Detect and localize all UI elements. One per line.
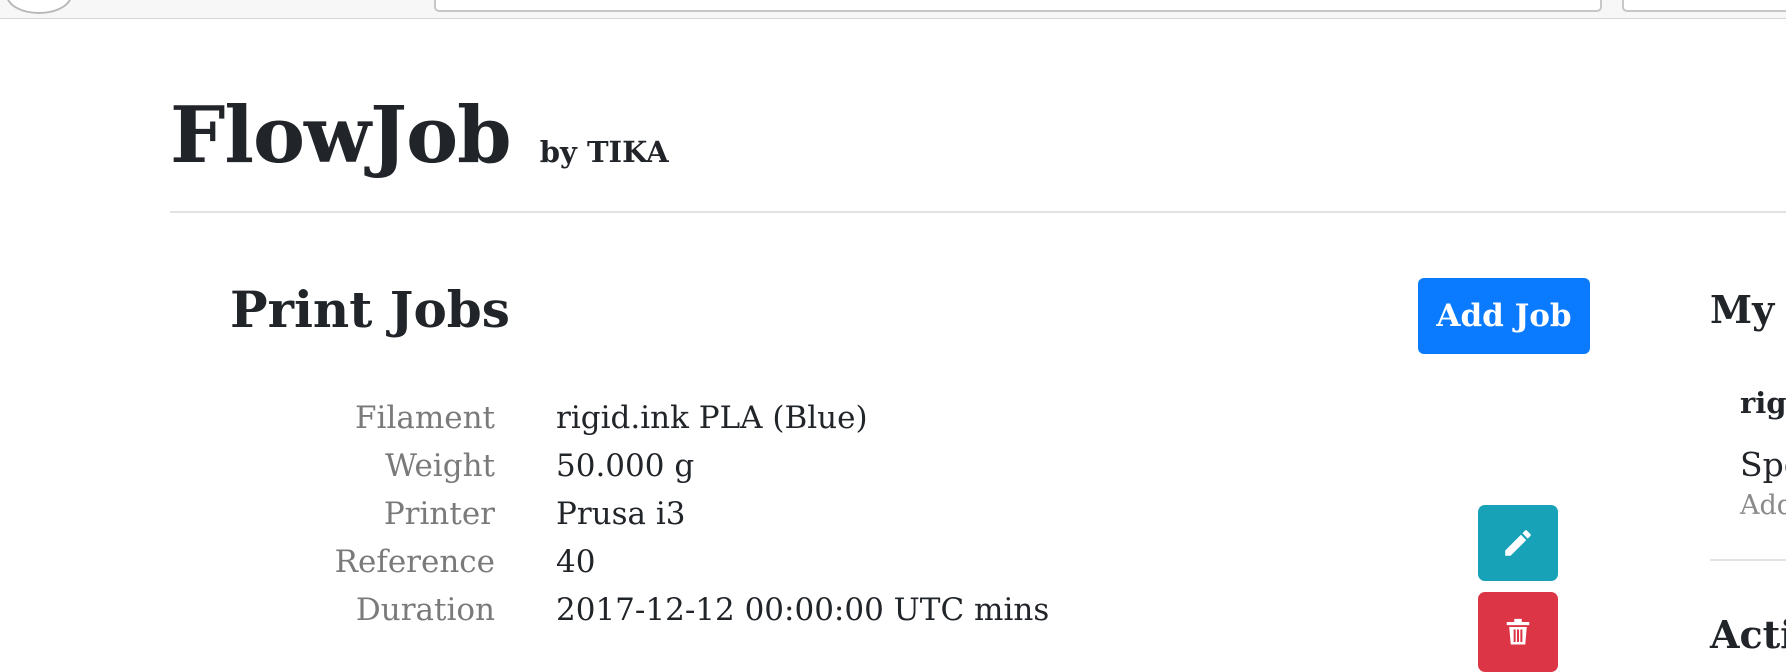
browser-back-button[interactable] [6, 0, 72, 14]
sidebar-divider [1710, 559, 1786, 561]
brand-title[interactable]: FlowJob [170, 90, 512, 181]
browser-search-bar[interactable] [1622, 0, 1786, 12]
detail-label: Duration [355, 592, 495, 628]
address-bar[interactable] [434, 0, 1602, 12]
detail-row-printer: Printer Prusa i3 [230, 490, 1130, 538]
detail-value: 40 [556, 544, 596, 580]
detail-label: Filament [355, 400, 495, 436]
sidebar-title: My I [1710, 287, 1786, 332]
detail-value: 50.000 g [556, 448, 695, 484]
pencil-icon [1505, 530, 1531, 556]
sidebar-add-link[interactable]: Add [1740, 490, 1786, 521]
detail-row-filament: Filament rigid.ink PLA (Blue) [230, 394, 1130, 442]
sidebar-section-title: Activ [1710, 612, 1786, 657]
delete-job-button[interactable] [1478, 592, 1558, 672]
edit-job-button[interactable] [1478, 505, 1558, 581]
detail-label: Weight [385, 448, 495, 484]
detail-row-reference: Reference 40 [230, 538, 1130, 586]
header-divider [170, 211, 1786, 213]
job-details: Filament rigid.ink PLA (Blue) Weight 50.… [230, 394, 1130, 634]
detail-label: Reference [334, 544, 495, 580]
page-title: Print Jobs [230, 280, 510, 339]
detail-label: Printer [383, 496, 495, 532]
sidebar-item-subtitle: Spo [1740, 445, 1786, 484]
detail-value: rigid.ink PLA (Blue) [556, 400, 868, 436]
detail-value: 2017-12-12 00:00:00 UTC mins [556, 592, 1050, 628]
detail-row-weight: Weight 50.000 g [230, 442, 1130, 490]
detail-value: Prusa i3 [556, 496, 686, 532]
brand-header: FlowJob by TIKA [170, 90, 669, 181]
browser-toolbar [0, 0, 1786, 19]
detail-row-duration: Duration 2017-12-12 00:00:00 UTC mins [230, 586, 1130, 634]
add-job-button[interactable]: Add Job [1418, 278, 1590, 354]
brand-subtitle: by TIKA [539, 135, 669, 169]
sidebar-item-title: rigi [1740, 386, 1786, 420]
